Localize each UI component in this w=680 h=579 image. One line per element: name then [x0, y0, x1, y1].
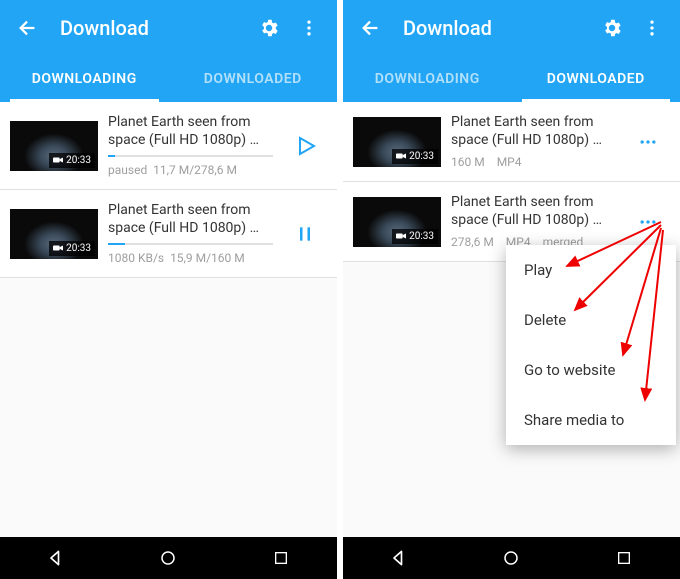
tab-downloaded[interactable]: DOWNLOADED — [169, 56, 338, 102]
progress-bar — [108, 243, 273, 245]
page-title: Download — [48, 16, 249, 40]
menu-delete[interactable]: Delete — [506, 295, 676, 345]
duration-text: 20:33 — [66, 155, 91, 166]
nav-recent[interactable] — [256, 543, 306, 573]
list-item: 20:33 Planet Earth seen from space (Full… — [0, 190, 337, 278]
item-title: Planet Earth seen from space (Full HD 10… — [108, 114, 273, 149]
nav-back[interactable] — [374, 543, 424, 573]
nav-recent[interactable] — [599, 543, 649, 573]
camera-icon — [396, 152, 406, 160]
settings-button[interactable] — [249, 8, 289, 48]
android-navbar — [343, 537, 680, 579]
duration-badge: 20:33 — [49, 153, 95, 168]
tab-downloading[interactable]: DOWNLOADING — [0, 56, 169, 102]
duration-badge: 20:33 — [392, 229, 438, 244]
nav-back[interactable] — [31, 543, 81, 573]
pause-button[interactable] — [283, 224, 327, 244]
menu-play[interactable]: Play — [506, 245, 676, 295]
more-icon — [638, 212, 658, 232]
back-button[interactable] — [8, 8, 48, 48]
play-icon — [293, 134, 317, 158]
item-info: Planet Earth seen from space (Full HD 10… — [98, 202, 283, 265]
overflow-button[interactable] — [632, 8, 672, 48]
video-thumbnail[interactable]: 20:33 — [10, 121, 98, 171]
back-button[interactable] — [351, 8, 391, 48]
tab-downloading[interactable]: DOWNLOADING — [343, 56, 512, 102]
tab-bar: DOWNLOADING DOWNLOADED — [343, 56, 680, 102]
more-button[interactable] — [626, 212, 670, 232]
item-info: Planet Earth seen from space (Full HD 10… — [98, 114, 283, 177]
phone-left: Download DOWNLOADING DOWNLOADED 20:33 Pl… — [0, 0, 337, 579]
pause-icon — [295, 224, 315, 244]
video-thumbnail[interactable]: 20:33 — [353, 117, 441, 167]
camera-icon — [53, 156, 63, 164]
item-info: Planet Earth seen from space (Full HD 10… — [441, 194, 626, 249]
more-button[interactable] — [626, 132, 670, 152]
list-item: 20:33 Planet Earth seen from space (Full… — [343, 102, 680, 182]
downloads-list: 20:33 Planet Earth seen from space (Full… — [0, 102, 337, 537]
item-title: Planet Earth seen from space (Full HD 10… — [451, 194, 616, 229]
menu-goto[interactable]: Go to website — [506, 345, 676, 395]
menu-share[interactable]: Share media to — [506, 395, 676, 445]
item-title: Planet Earth seen from space (Full HD 10… — [108, 202, 273, 237]
duration-badge: 20:33 — [392, 149, 438, 164]
progress-bar — [108, 155, 273, 157]
list-item: 20:33 Planet Earth seen from space (Full… — [0, 102, 337, 190]
settings-button[interactable] — [592, 8, 632, 48]
android-navbar — [0, 537, 337, 579]
item-info: Planet Earth seen from space (Full HD 10… — [441, 114, 626, 169]
item-status: 1080 KB/s 15,9 M/160 M — [108, 251, 273, 265]
camera-icon — [53, 244, 63, 252]
more-icon — [638, 132, 658, 152]
video-thumbnail[interactable]: 20:33 — [10, 209, 98, 259]
item-meta: 160 M MP4 — [451, 155, 616, 169]
nav-home[interactable] — [143, 543, 193, 573]
duration-badge: 20:33 — [49, 241, 95, 256]
app-header: Download — [343, 0, 680, 56]
item-status: paused 11,7 M/278,6 M — [108, 163, 273, 177]
duration-text: 20:33 — [66, 243, 91, 254]
tab-downloaded[interactable]: DOWNLOADED — [512, 56, 680, 102]
context-menu: Play Delete Go to website Share media to — [506, 245, 676, 445]
duration-text: 20:33 — [409, 151, 434, 162]
video-thumbnail[interactable]: 20:33 — [353, 197, 441, 247]
duration-text: 20:33 — [409, 231, 434, 242]
phone-right: Download DOWNLOADING DOWNLOADED 20:33 Pl… — [343, 0, 680, 579]
page-title: Download — [391, 16, 592, 40]
tab-bar: DOWNLOADING DOWNLOADED — [0, 56, 337, 102]
play-button[interactable] — [283, 134, 327, 158]
camera-icon — [396, 232, 406, 240]
nav-home[interactable] — [486, 543, 536, 573]
overflow-button[interactable] — [289, 8, 329, 48]
item-title: Planet Earth seen from space (Full HD 10… — [451, 114, 616, 149]
app-header: Download — [0, 0, 337, 56]
